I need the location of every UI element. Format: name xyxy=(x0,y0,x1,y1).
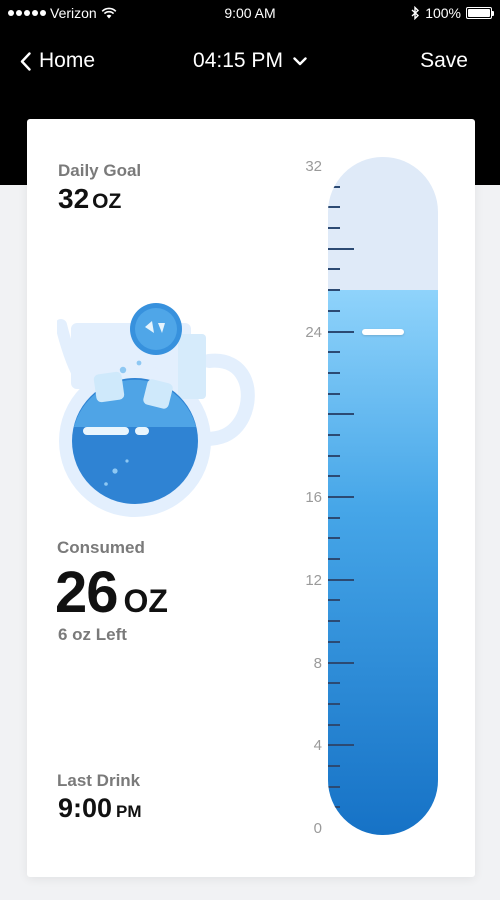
last-drink-time: 9:00 xyxy=(58,793,113,823)
gauge-tick xyxy=(328,661,354,664)
back-label: Home xyxy=(39,49,96,72)
consumed-value: 26 OZ xyxy=(55,559,168,626)
gauge-tick xyxy=(328,185,340,188)
gauge-tick xyxy=(328,309,340,312)
pitcher-icon xyxy=(57,303,255,517)
gauge-tick xyxy=(328,330,354,333)
time-picker-toggle[interactable]: 04:15 PM xyxy=(193,49,307,73)
gauge-tick xyxy=(328,413,354,416)
gauge-tick xyxy=(328,558,340,561)
gauge-tick xyxy=(328,806,340,809)
gauge-tick xyxy=(328,702,340,705)
chevron-left-icon xyxy=(20,51,31,71)
gauge-tick xyxy=(328,371,340,374)
save-button[interactable]: Save xyxy=(420,49,468,73)
gauge-tick xyxy=(328,785,340,788)
gauge-tick xyxy=(328,723,340,726)
goal-value: 32 OZ xyxy=(58,183,121,215)
remaining-text: 6 oz Left xyxy=(58,625,127,644)
gauge-tick xyxy=(328,764,340,767)
gauge-tick xyxy=(328,227,340,230)
consumed-label: Consumed xyxy=(57,538,145,557)
gauge-tick xyxy=(328,516,340,519)
gauge-tick xyxy=(328,351,340,354)
bluetooth-icon xyxy=(411,6,420,20)
gauge-tick-label: 0 xyxy=(313,820,322,837)
chevron-down-icon xyxy=(293,56,307,65)
goal-label: Daily Goal xyxy=(58,161,142,180)
gauge-tick xyxy=(328,454,340,457)
gauge-tick-label: 16 xyxy=(305,489,322,506)
consumed-number: 26 xyxy=(55,560,119,625)
hydration-card: Daily Goal 32 OZ Consumed 26 OZ 6 oz Left … xyxy=(27,119,475,877)
gauge-tick xyxy=(328,682,340,685)
gauge-tick xyxy=(328,247,354,250)
goal-unit: OZ xyxy=(92,190,122,213)
last-drink-label: Last Drink xyxy=(57,771,141,790)
gauge-tick-label: 24 xyxy=(305,323,322,341)
gauge-tick xyxy=(328,392,340,395)
goal-level-marker[interactable] xyxy=(362,328,404,335)
gauge-tick xyxy=(328,206,340,209)
water-gauge[interactable] xyxy=(328,157,438,835)
nav-title: 04:15 PM xyxy=(193,49,283,72)
gauge-tick-label: 4 xyxy=(313,737,322,755)
goal-number: 32 xyxy=(58,183,90,214)
gauge-tick xyxy=(328,599,340,602)
water-level-fill xyxy=(328,290,438,835)
gauge-tick xyxy=(328,620,340,623)
back-button[interactable]: Home xyxy=(20,49,95,73)
gauge-tick xyxy=(328,744,354,747)
status-right: 100% xyxy=(411,5,494,21)
gauge-tick xyxy=(328,475,340,478)
battery-percent: 100% xyxy=(425,5,461,21)
gauge-tick xyxy=(328,578,354,581)
gauge-tick xyxy=(328,433,340,436)
gauge-tick xyxy=(328,496,354,498)
last-drink-value: 9:00 PM xyxy=(58,793,142,824)
status-bar: Verizon 9:00 AM 100% xyxy=(0,0,500,26)
battery-icon xyxy=(466,7,494,19)
gauge-tick-label: 12 xyxy=(305,571,322,589)
gauge-tick xyxy=(328,289,340,292)
gauge-tick xyxy=(328,268,340,271)
last-drink-ampm: PM xyxy=(116,802,142,821)
gauge-tick xyxy=(328,537,340,540)
consumed-unit: OZ xyxy=(123,583,168,619)
gauge-tick-label: 32 xyxy=(305,158,322,175)
gauge-tick-label: 8 xyxy=(313,654,322,672)
gauge-tick xyxy=(328,640,340,643)
